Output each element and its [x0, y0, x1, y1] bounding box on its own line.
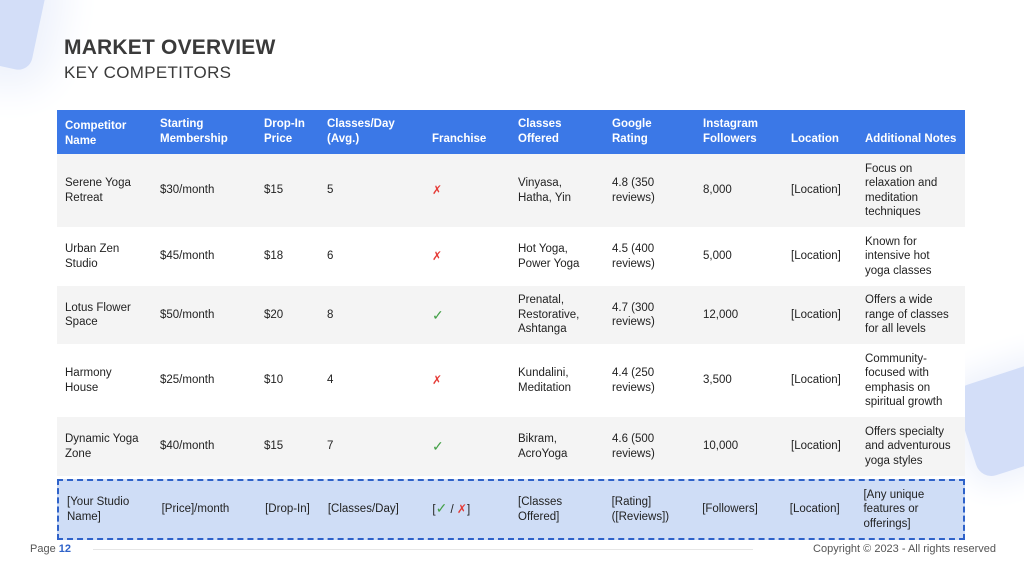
- franchise-cross-icon: ✗: [432, 249, 443, 264]
- classes-per-day: 8: [327, 308, 334, 321]
- drop-in-price: $20: [264, 308, 284, 321]
- column-header: Franchise: [432, 132, 487, 145]
- competitor-name: Harmony House: [65, 367, 112, 394]
- instagram-followers: 8,000: [703, 184, 732, 197]
- your-studio-membership: [Price]/month: [161, 503, 230, 516]
- page-number: 12: [58, 543, 72, 555]
- column-header: Drop-In Price: [264, 118, 305, 145]
- slide-subtitle: KEY COMPETITORS: [64, 63, 232, 82]
- page-label: Page: [30, 543, 56, 555]
- column-header: Classes/Day (Avg.): [327, 118, 395, 145]
- table-row: Harmony House $25/month $10 4 ✗ Kundalin…: [57, 344, 965, 417]
- competitor-name: Lotus Flower Space: [65, 301, 131, 329]
- starting-membership: $45/month: [160, 250, 215, 263]
- classes-per-day: 6: [327, 250, 334, 263]
- competitor-table: Competitor Name Starting Membership Drop…: [57, 110, 965, 540]
- competitor-name: Serene Yoga Retreat: [65, 177, 131, 204]
- location: [Location]: [791, 374, 841, 387]
- column-header: Starting Membership: [160, 118, 228, 145]
- cross-icon: ✗: [456, 502, 467, 517]
- table-body: Serene Yoga Retreat $30/month $15 5 ✗ Vi…: [57, 154, 965, 476]
- additional-notes: Offers a wide range of classes for all l…: [865, 294, 949, 336]
- table-header-row: Competitor Name Starting Membership Drop…: [57, 110, 965, 154]
- classes-offered: Kundalini, Meditation: [518, 367, 572, 394]
- column-header: Location: [791, 132, 839, 145]
- column-header: Classes Offered: [518, 118, 562, 145]
- google-rating: 4.5 (400 reviews): [612, 243, 655, 270]
- column-header: Instagram Followers: [703, 118, 758, 145]
- your-studio-followers: [Followers]: [702, 503, 758, 516]
- your-studio-notes: [Any unique features or offerings]: [863, 488, 925, 530]
- column-header: Google Rating: [612, 118, 652, 145]
- table-row: Lotus Flower Space $50/month $20 8 ✓ Pre…: [57, 286, 965, 344]
- classes-offered: Vinyasa, Hatha, Yin: [518, 177, 572, 204]
- table-row: Serene Yoga Retreat $30/month $15 5 ✗ Vi…: [57, 154, 965, 227]
- your-studio-classes-per-day: [Classes/Day]: [327, 503, 399, 516]
- location: [Location]: [791, 250, 841, 263]
- slide-title: MARKET OVERVIEW: [64, 36, 276, 59]
- franchise-cross-icon: ✗: [432, 373, 443, 388]
- classes-offered: Hot Yoga, Power Yoga: [518, 243, 580, 270]
- copyright: Copyright © 2023 - All rights reserved: [813, 543, 996, 555]
- drop-in-price: $10: [264, 374, 284, 387]
- separator: /: [447, 504, 457, 517]
- location: [Location]: [791, 308, 841, 321]
- footer-divider: [93, 549, 753, 550]
- franchise-check-icon: ✓: [432, 306, 444, 323]
- instagram-followers: 5,000: [703, 250, 732, 263]
- your-studio-location: [Location]: [789, 503, 840, 516]
- column-header: Competitor Name: [65, 120, 127, 147]
- table-row: Urban Zen Studio $45/month $18 6 ✗ Hot Y…: [57, 227, 965, 286]
- location: [Location]: [791, 184, 841, 197]
- your-studio-franchise: [✓ / ✗]: [424, 501, 510, 518]
- your-studio-drop-in: [Drop-In]: [265, 503, 310, 516]
- page-indicator: Page 12: [30, 543, 71, 555]
- starting-membership: $25/month: [160, 374, 215, 387]
- additional-notes: Known for intensive hot yoga classes: [865, 235, 932, 277]
- google-rating: 4.4 (250 reviews): [612, 367, 655, 394]
- decorative-shape-top-left: [0, 0, 50, 73]
- classes-offered: Bikram, AcroYoga: [518, 433, 568, 460]
- classes-per-day: 7: [327, 440, 334, 453]
- your-studio-row: [Your Studio Name] [Price]/month [Drop-I…: [57, 479, 965, 540]
- starting-membership: $50/month: [160, 308, 215, 321]
- drop-in-price: $18: [264, 250, 284, 263]
- your-studio-name: [Your Studio Name]: [67, 496, 130, 523]
- google-rating: 4.6 (500 reviews): [612, 433, 655, 460]
- classes-per-day: 5: [327, 184, 334, 197]
- drop-in-price: $15: [264, 440, 284, 453]
- drop-in-price: $15: [264, 184, 284, 197]
- check-icon: ✓: [435, 500, 448, 517]
- competitor-name: Dynamic Yoga Zone: [65, 433, 139, 460]
- google-rating: 4.7 (300 reviews): [612, 301, 655, 329]
- instagram-followers: 10,000: [703, 440, 739, 453]
- your-studio-rating: [Rating] ([Reviews]): [611, 496, 670, 523]
- classes-per-day: 4: [327, 374, 334, 387]
- table-row: Dynamic Yoga Zone $40/month $15 7 ✓ Bikr…: [57, 417, 965, 476]
- starting-membership: $30/month: [160, 184, 215, 197]
- additional-notes: Community-focused with emphasis on spiri…: [865, 352, 943, 409]
- additional-notes: Focus on relaxation and meditation techn…: [865, 162, 938, 219]
- franchise-check-icon: ✓: [432, 438, 444, 455]
- competitor-name: Urban Zen Studio: [65, 243, 120, 270]
- location: [Location]: [791, 440, 841, 453]
- instagram-followers: 3,500: [703, 374, 732, 387]
- instagram-followers: 12,000: [703, 308, 739, 321]
- column-header: Additional Notes: [865, 132, 957, 145]
- starting-membership: $40/month: [160, 440, 215, 453]
- franchise-cross-icon: ✗: [432, 183, 443, 198]
- google-rating: 4.8 (350 reviews): [612, 177, 655, 204]
- additional-notes: Offers specialty and adventurous yoga st…: [865, 425, 951, 467]
- your-studio-classes: [Classes Offered]: [518, 496, 563, 523]
- bracket-close: ]: [466, 504, 471, 517]
- classes-offered: Prenatal, Restorative, Ashtanga: [518, 294, 580, 336]
